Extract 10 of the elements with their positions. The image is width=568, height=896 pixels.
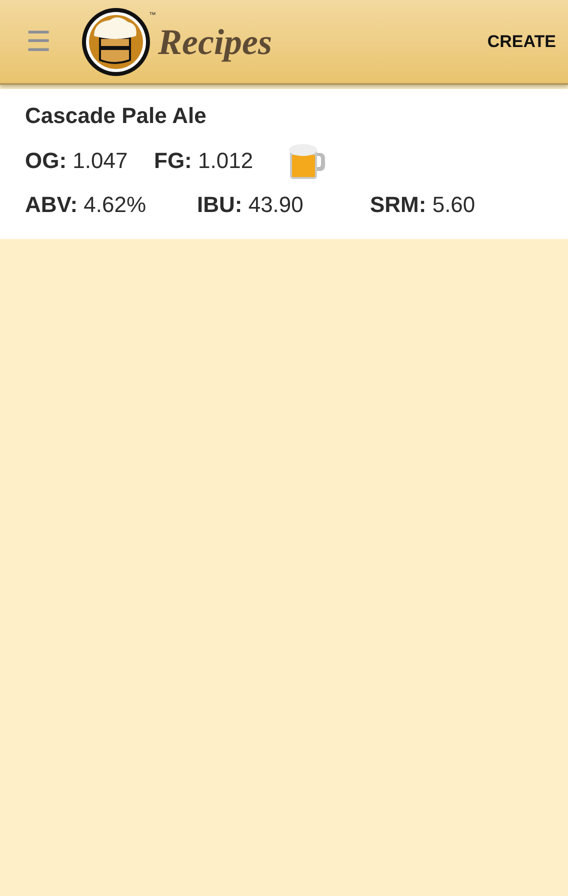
recipe-stat: ABV: 4.62% — [25, 192, 148, 218]
recipe-name: Cascade Pale Ale — [25, 103, 208, 129]
gravity-stat: FG: 1.012 — [154, 148, 254, 174]
recipe-stat: SRM: 5.60 — [370, 192, 476, 218]
recipe-stat: IBU: 43.90 — [197, 192, 304, 218]
recipe-card[interactable]: Cascade Pale Ale OG: 1.047 FG: 1.012 ABV: 4.62% IBU: 43.90 SRM: 5.60 — [0, 89, 568, 239]
app-title: Recipes — [158, 20, 272, 62]
beer-mug-icon — [288, 141, 326, 181]
gravity-stat: OG: 1.047 — [25, 148, 129, 174]
create-button[interactable]: CREATE — [487, 26, 556, 58]
